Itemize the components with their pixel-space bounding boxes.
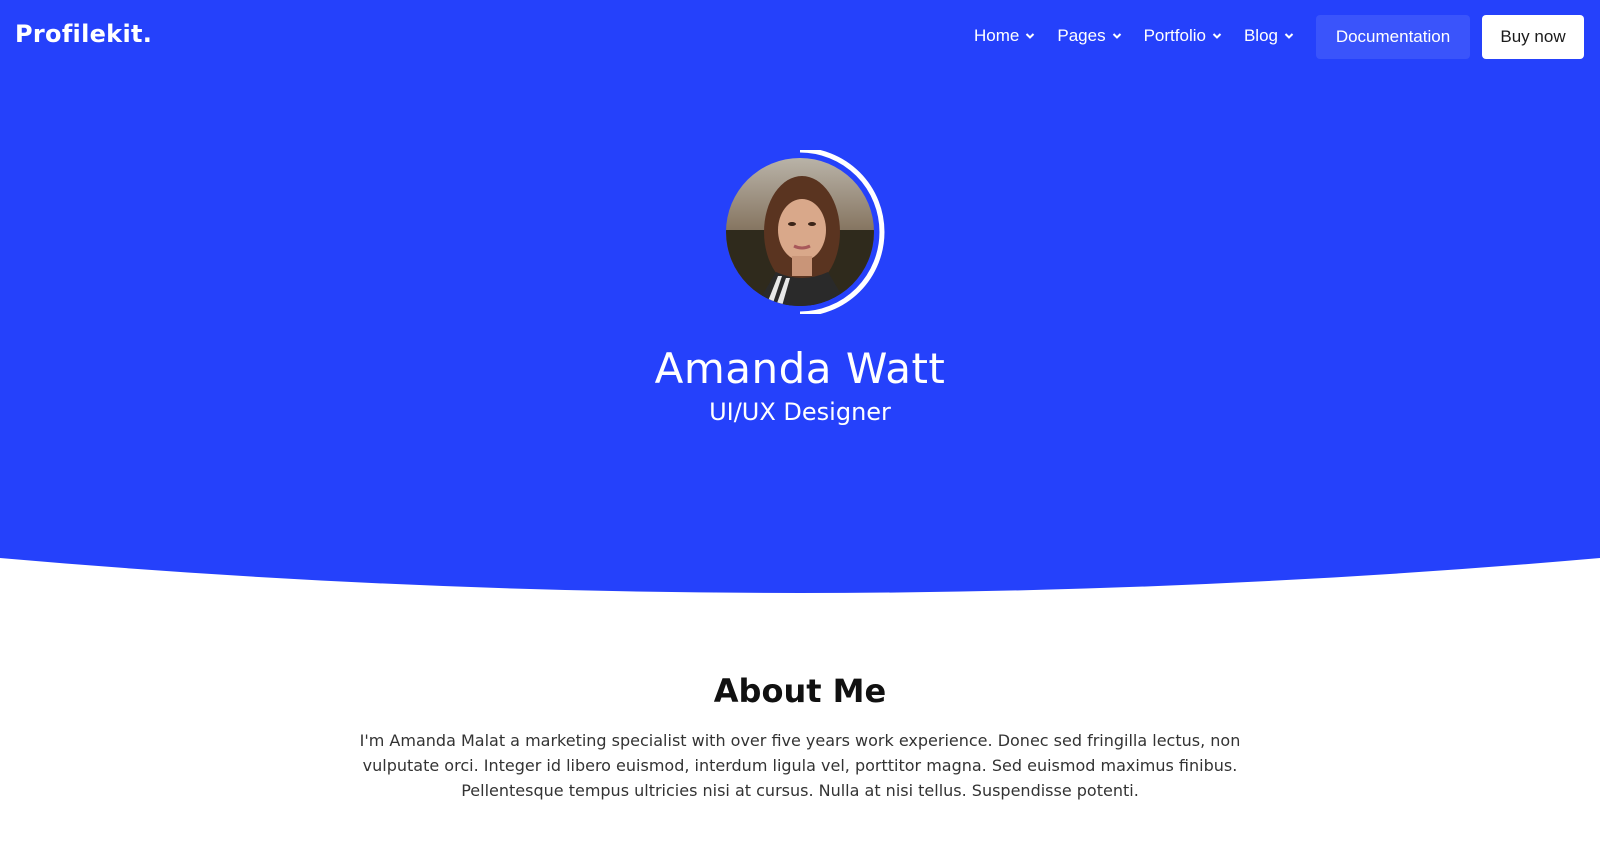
nav-item-pages[interactable]: Pages (1057, 22, 1121, 50)
documentation-button[interactable]: Documentation (1316, 15, 1470, 59)
chevron-down-icon (1212, 32, 1222, 40)
avatar-image (726, 150, 885, 314)
nav-item-label: Blog (1243, 26, 1278, 45)
profile-name: Amanda Watt (654, 344, 946, 393)
about-text: I'm Amanda Malat a marketing specialist … (359, 731, 1241, 800)
chevron-down-icon (1284, 32, 1294, 40)
about-title: About Me (713, 672, 887, 710)
navbar: Profilekit. Home Pages Portfolio Blog Do… (0, 0, 1600, 76)
buy-now-button[interactable]: Buy now (1482, 15, 1584, 59)
nav-item-home[interactable]: Home (974, 22, 1035, 50)
hero-section: Profilekit. Home Pages Portfolio Blog Do… (0, 0, 1600, 600)
nav-item-portfolio[interactable]: Portfolio (1144, 22, 1222, 50)
logo[interactable]: Profilekit. (15, 20, 152, 48)
nav-item-label: Pages (1057, 26, 1106, 45)
nav-item-label: Home (974, 26, 1020, 45)
nav-item-label: Portfolio (1143, 26, 1206, 45)
nav-menu: Home Pages Portfolio Blog (952, 22, 1294, 50)
nav-item-blog[interactable]: Blog (1244, 22, 1294, 50)
profile-avatar (726, 150, 890, 314)
chevron-down-icon (1112, 32, 1122, 40)
chevron-down-icon (1025, 32, 1035, 40)
profile-role: UI/UX Designer (709, 398, 891, 426)
